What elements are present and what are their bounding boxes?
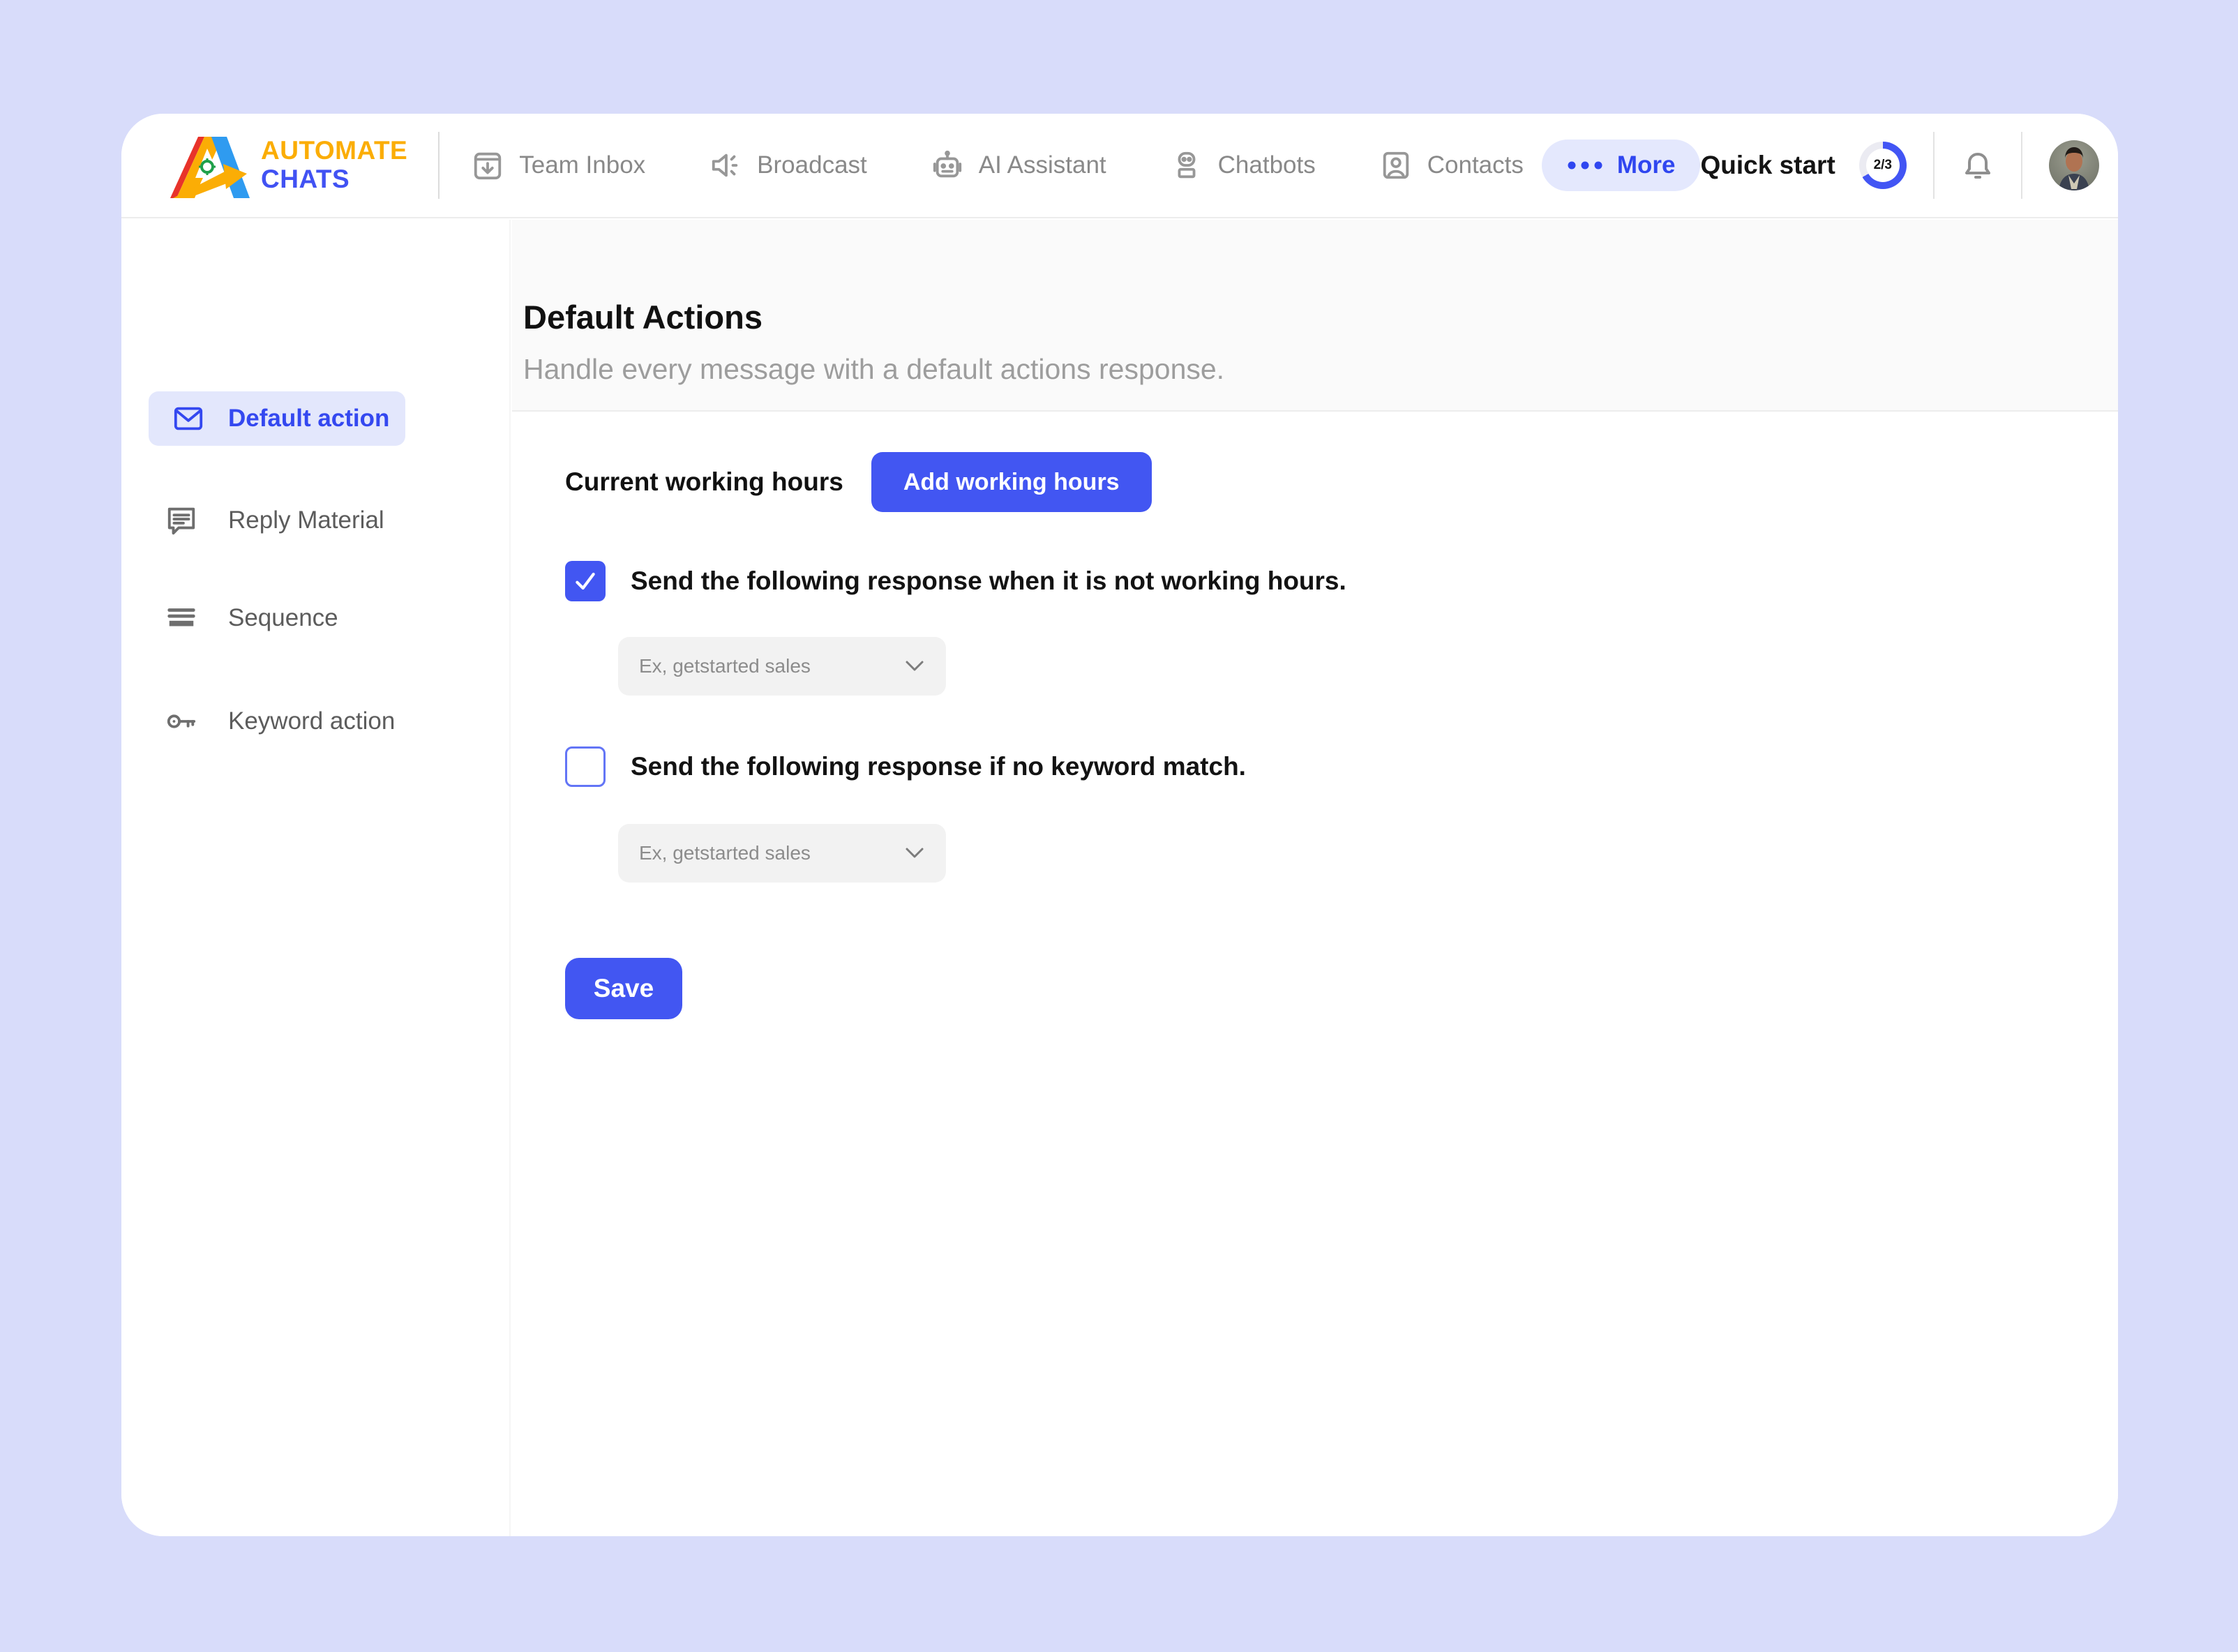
brand-logo-icon — [167, 130, 250, 200]
sidebar-item-label: Default action — [228, 405, 389, 433]
page-header: Default Actions Handle every message wit… — [512, 220, 2118, 412]
not-working-hours-option: Send the following response when it is n… — [565, 561, 1346, 601]
response-select-no-keyword-match[interactable]: Ex, getstarted sales — [618, 824, 946, 883]
no-keyword-match-label: Send the following response if no keywor… — [631, 752, 1246, 781]
nav-menu: Team Inbox Broadcast — [472, 149, 1524, 181]
key-icon — [165, 705, 197, 737]
check-icon — [571, 567, 599, 595]
notifications-bell-icon[interactable] — [1961, 149, 1995, 182]
nav-item-label: Broadcast — [757, 151, 867, 179]
brand-name-line1: AUTOMATE — [261, 137, 407, 165]
nav-item-label: AI Assistant — [979, 151, 1106, 179]
response-select-value: Ex, getstarted sales — [639, 842, 811, 864]
user-avatar[interactable] — [2049, 140, 2099, 190]
chevron-down-icon — [904, 846, 925, 860]
save-button[interactable]: Save — [565, 958, 682, 1019]
sidebar-item-label: Keyword action — [228, 707, 395, 735]
nav-item-contacts[interactable]: Contacts — [1380, 149, 1524, 181]
contact-card-icon — [1380, 149, 1412, 181]
chatbot-icon — [1171, 149, 1203, 181]
nav-item-team-inbox[interactable]: Team Inbox — [472, 149, 645, 181]
nav-item-broadcast[interactable]: Broadcast — [709, 149, 867, 181]
sidebar-item-label: Sequence — [228, 604, 338, 632]
nav-item-label: Chatbots — [1218, 151, 1316, 179]
quick-start-progress-ring[interactable]: 2/3 — [1859, 142, 1907, 189]
inbox-icon — [472, 149, 504, 181]
not-working-hours-checkbox[interactable] — [565, 561, 606, 601]
main-content: Default Actions Handle every message wit… — [512, 220, 2118, 1536]
sidebar-item-label: Reply Material — [228, 506, 384, 534]
sidebar-item-default-action[interactable]: Default action — [149, 391, 405, 446]
working-hours-label: Current working hours — [565, 467, 843, 497]
working-hours-row: Current working hours Add working hours — [565, 452, 1152, 512]
nav-more-label: More — [1617, 151, 1676, 179]
response-select-not-working-hours[interactable]: Ex, getstarted sales — [618, 637, 946, 696]
nav-divider — [1933, 132, 1935, 199]
no-keyword-match-option: Send the following response if no keywor… — [565, 746, 1246, 787]
page-title: Default Actions — [523, 298, 2118, 336]
brand-name-line2: CHATS — [261, 165, 407, 194]
brand-name: AUTOMATE CHATS — [261, 137, 407, 193]
nav-divider — [2021, 132, 2022, 199]
sidebar-item-reply-material[interactable]: Reply Material — [165, 500, 384, 541]
nav-item-label: Team Inbox — [519, 151, 645, 179]
nav-divider — [438, 132, 440, 199]
robot-head-icon — [931, 149, 963, 181]
add-working-hours-button[interactable]: Add working hours — [871, 452, 1152, 512]
nav-item-ai-assistant[interactable]: AI Assistant — [931, 149, 1106, 181]
app-window: AUTOMATE CHATS Team Inbox — [121, 114, 2118, 1536]
sidebar: Default action Reply Material Sequence — [121, 220, 511, 1536]
chevron-down-icon — [904, 659, 925, 673]
no-keyword-match-checkbox[interactable] — [565, 746, 606, 787]
page-subtitle: Handle every message with a default acti… — [523, 353, 2118, 386]
chat-lines-icon — [165, 504, 197, 536]
nav-more-button[interactable]: More — [1542, 140, 1701, 191]
sidebar-item-sequence[interactable]: Sequence — [165, 597, 338, 639]
brand-logo[interactable]: AUTOMATE CHATS — [167, 130, 407, 200]
megaphone-icon — [709, 149, 742, 181]
ellipsis-icon — [1567, 160, 1605, 170]
quick-start-label[interactable]: Quick start — [1700, 151, 1835, 180]
progress-value: 2/3 — [1866, 149, 1900, 182]
sidebar-item-keyword-action[interactable]: Keyword action — [165, 700, 395, 742]
response-select-value: Ex, getstarted sales — [639, 655, 811, 677]
top-navbar: AUTOMATE CHATS Team Inbox — [121, 114, 2118, 218]
sequence-list-icon — [165, 602, 197, 634]
not-working-hours-label: Send the following response when it is n… — [631, 566, 1346, 596]
navbar-right-cluster: Quick start 2/3 — [1700, 132, 2098, 199]
nav-item-label: Contacts — [1427, 151, 1524, 179]
nav-item-chatbots[interactable]: Chatbots — [1171, 149, 1316, 181]
mail-icon — [172, 403, 204, 435]
